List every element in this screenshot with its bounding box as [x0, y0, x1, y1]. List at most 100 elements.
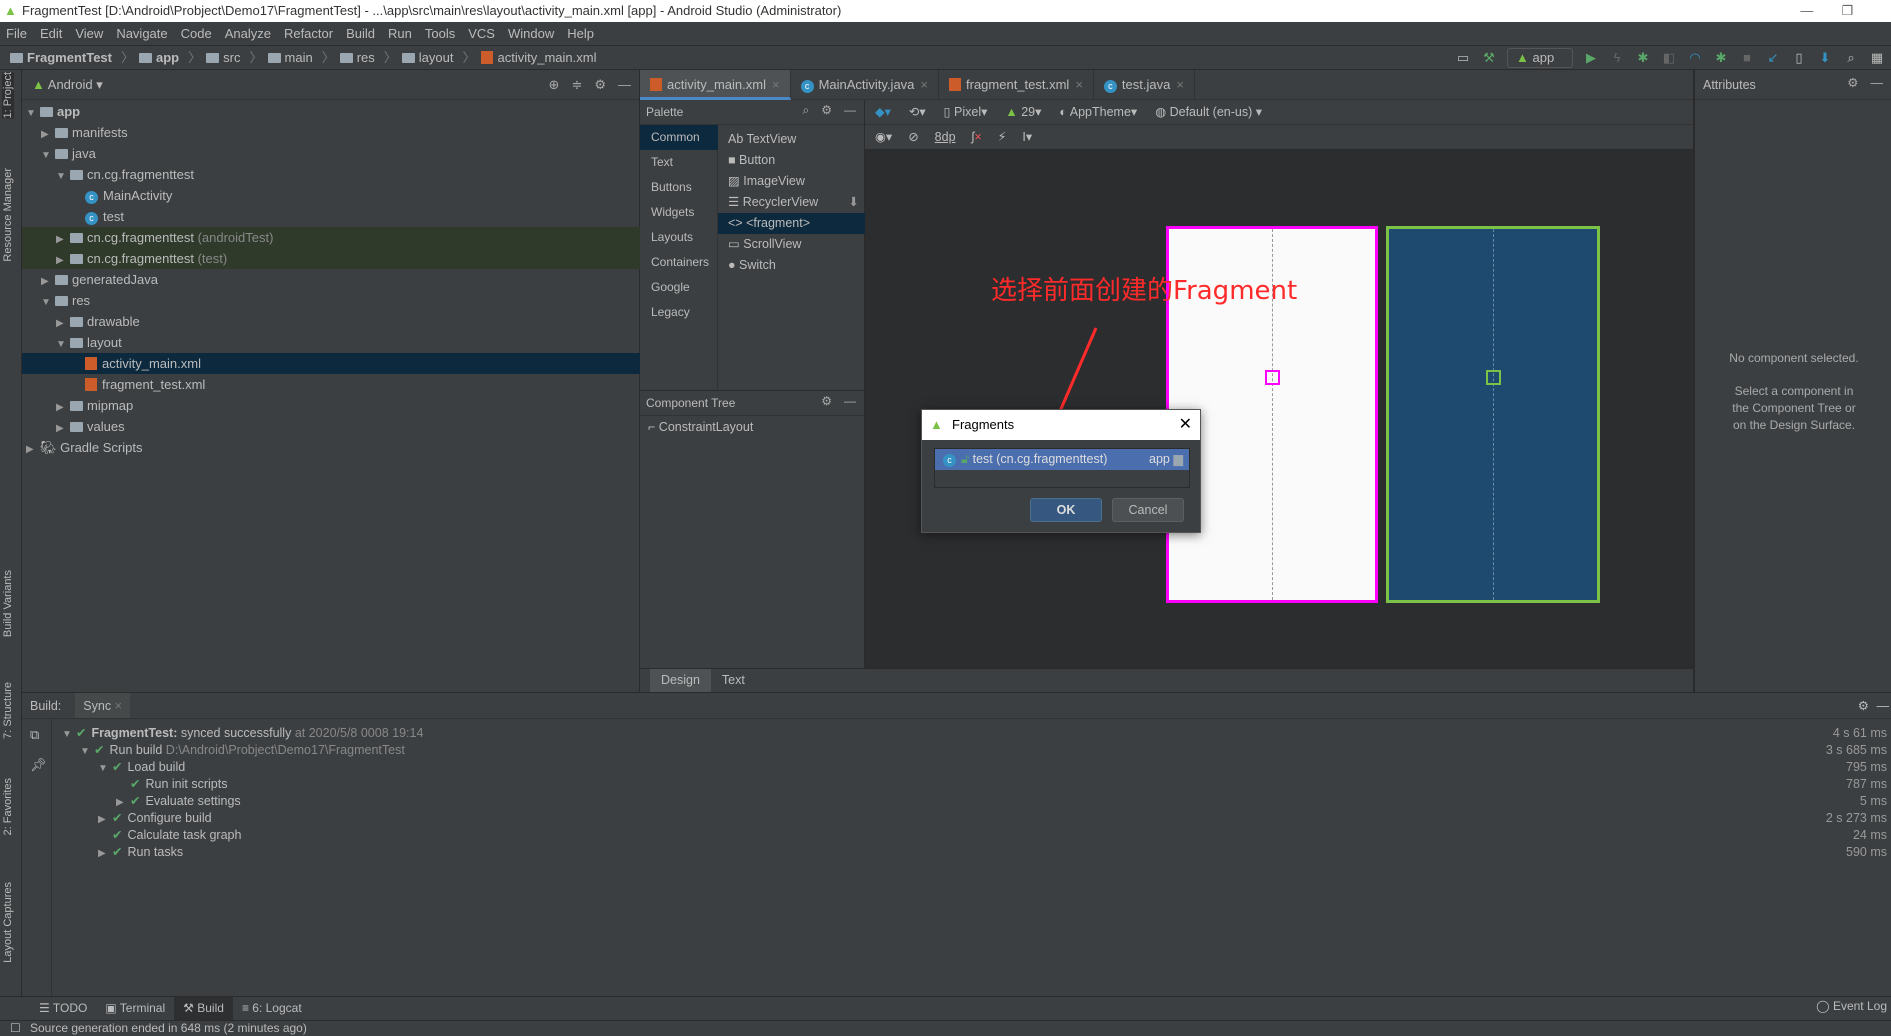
chevron-right-icon[interactable]: ▶ [56, 250, 70, 271]
list-item-test[interactable]: c 🔓︎ test (cn.cg.fragmenttest) app ▆ [935, 449, 1189, 470]
menu-build[interactable]: Build [346, 26, 375, 41]
tab-text[interactable]: Text [711, 669, 756, 692]
menu-tools[interactable]: Tools [425, 26, 455, 41]
tree-item[interactable]: ▶ generatedJava [22, 269, 640, 290]
tree-item[interactable]: ▼ app [22, 101, 640, 122]
palette-item[interactable]: ● Switch [718, 255, 865, 276]
build-tree-item[interactable]: ✔ Run init scripts [116, 776, 227, 793]
tool-tab-resource-manager[interactable]: Resource Manager [2, 168, 14, 262]
chevron-right-icon[interactable]: ▶ [98, 845, 112, 862]
chevron-down-icon[interactable]: ▼ [98, 760, 112, 777]
close-icon[interactable]: × [1075, 77, 1083, 92]
chevron-right-icon[interactable]: ▶ [41, 271, 55, 292]
minimize-icon[interactable]: — [844, 98, 856, 123]
tree-item[interactable]: ▶ cn.cg.fragmenttest (test) [22, 248, 640, 269]
chevron-right-icon[interactable]: ▶ [41, 124, 55, 145]
event-log-tab[interactable]: ◯ Event Log [1816, 999, 1887, 1013]
chevron-right-icon[interactable]: ▶ [56, 397, 70, 418]
build-tree-item[interactable]: ▼ ✔ Load build [98, 759, 185, 776]
close-icon[interactable]: × [1176, 77, 1184, 92]
gear-icon[interactable]: ⚙ [821, 389, 832, 414]
tree-node-constraintlayout[interactable]: ⌐ ConstraintLayout [640, 416, 864, 438]
hammer-icon[interactable]: ⚒ [1481, 50, 1497, 66]
tool-tab-favorites[interactable]: 2: Favorites [2, 778, 14, 835]
locale-select[interactable]: ◍ Default (en-us) ▾ [1155, 100, 1262, 124]
locate-icon[interactable]: ⊕ [549, 70, 560, 100]
bottom-tab-terminal[interactable]: ▣ Terminal [96, 997, 174, 1020]
attach-debugger-icon[interactable]: ✱ [1713, 50, 1729, 66]
theme-select[interactable]: ◐ AppTheme▾ [1059, 100, 1137, 124]
tool-tab-structure[interactable]: 7: Structure [2, 682, 14, 739]
chevron-down-icon[interactable]: ▼ [41, 145, 55, 166]
palette-item[interactable]: ☰ RecyclerView ⬇ [718, 192, 865, 213]
project-view-select[interactable]: Android [48, 77, 93, 92]
menu-analyze[interactable]: Analyze [225, 26, 271, 41]
palette-category[interactable]: Buttons [640, 175, 718, 200]
layers-icon[interactable]: ◆▾ [875, 100, 891, 124]
editor-tab[interactable]: c MainActivity.java × [791, 70, 939, 100]
gear-icon[interactable]: ⚙ [1847, 68, 1858, 98]
apply-changes-icon[interactable]: ϟ [1609, 50, 1625, 66]
search-icon[interactable]: ⌕ [1843, 50, 1859, 66]
menu-window[interactable]: Window [508, 26, 554, 41]
build-tree-item[interactable]: ▼ ✔ Run build D:\Android\Probject\Demo17\F… [80, 742, 405, 759]
tool-tab-project[interactable]: 1: Project [2, 72, 14, 119]
gear-icon[interactable]: ⚙ [821, 98, 832, 123]
menu-file[interactable]: File [6, 26, 27, 41]
menu-edit[interactable]: Edit [40, 26, 62, 41]
palette-category[interactable]: Text [640, 150, 718, 175]
selection-handle[interactable] [1265, 370, 1280, 385]
tree-item[interactable]: fragment_test.xml [22, 374, 640, 395]
breadcrumb-item[interactable]: src [206, 50, 241, 65]
infer-constraints-icon[interactable]: ⚡ [998, 125, 1007, 149]
collapse-icon[interactable]: ≑ [571, 70, 582, 100]
build-tree-item[interactable]: ✔ Calculate task graph [98, 827, 241, 844]
tree-item[interactable]: activity_main.xml [22, 353, 640, 374]
chevron-right-icon[interactable]: ▶ [116, 794, 130, 811]
debug-icon[interactable]: ✱ [1635, 50, 1651, 66]
build-tree-item[interactable]: ▶ ✔ Configure build [98, 810, 212, 827]
tree-item[interactable]: ▶ cn.cg.fragmenttest (androidTest) [22, 227, 640, 248]
eye-icon[interactable]: ◉▾ [875, 125, 892, 149]
gear-icon[interactable]: ⚙ [594, 70, 606, 100]
minimize-icon[interactable]: — [1877, 693, 1890, 719]
sdk-manager-icon[interactable]: ⬇ [1817, 50, 1833, 66]
minimize-icon[interactable]: — [844, 389, 856, 414]
tree-item[interactable]: c MainActivity [22, 185, 640, 206]
palette-item[interactable]: <> <fragment> [718, 213, 865, 234]
palette-category[interactable]: Common [640, 125, 718, 150]
palette-category[interactable]: Layouts [640, 225, 718, 250]
magnet-icon[interactable]: ⊘ [908, 125, 918, 149]
close-icon[interactable]: × [772, 77, 780, 92]
tree-item[interactable]: c test [22, 206, 640, 227]
breadcrumb-item[interactable]: main [267, 50, 313, 65]
chevron-down-icon[interactable]: ▼ [41, 292, 55, 313]
chevron-right-icon[interactable]: ▶ [56, 229, 70, 250]
profile-icon[interactable]: ◠ [1687, 50, 1703, 66]
chevron-down-icon[interactable]: ▼ [62, 726, 76, 743]
orientation-icon[interactable]: ⟲▾ [909, 100, 926, 124]
run-icon[interactable]: ▶ [1583, 50, 1599, 66]
breadcrumb-item[interactable]: FragmentTest [10, 50, 112, 65]
palette-item[interactable]: ■ Button [718, 150, 865, 171]
guidelines-icon[interactable]: I▾ [1022, 125, 1032, 149]
tab-sync[interactable]: Sync × [75, 693, 130, 718]
palette-category[interactable]: Widgets [640, 200, 718, 225]
editor-tab[interactable]: c test.java × [1094, 70, 1195, 100]
chevron-down-icon[interactable]: ▼ [80, 743, 94, 760]
toggle-view-icon[interactable]: ⧉ [30, 727, 39, 743]
tool-tab-layout-captures[interactable]: Layout Captures [2, 882, 14, 963]
breadcrumb-item[interactable]: layout [401, 50, 454, 65]
breadcrumb-item[interactable]: activity_main.xml [480, 50, 596, 65]
menu-run[interactable]: Run [388, 26, 412, 41]
chevron-down-icon[interactable]: ▼ [56, 334, 70, 355]
stop-icon[interactable]: ■ [1739, 50, 1755, 66]
coverage-icon[interactable]: ◧ [1661, 50, 1677, 66]
status-toggle-icon[interactable]: ☐ [10, 1021, 21, 1036]
menu-code[interactable]: Code [181, 26, 212, 41]
palette-category[interactable]: Containers [640, 250, 718, 275]
chevron-right-icon[interactable]: ▶ [98, 811, 112, 828]
chevron-right-icon[interactable]: ▶ [26, 439, 40, 460]
ok-button[interactable]: OK [1030, 498, 1102, 522]
menu-help[interactable]: Help [567, 26, 594, 41]
